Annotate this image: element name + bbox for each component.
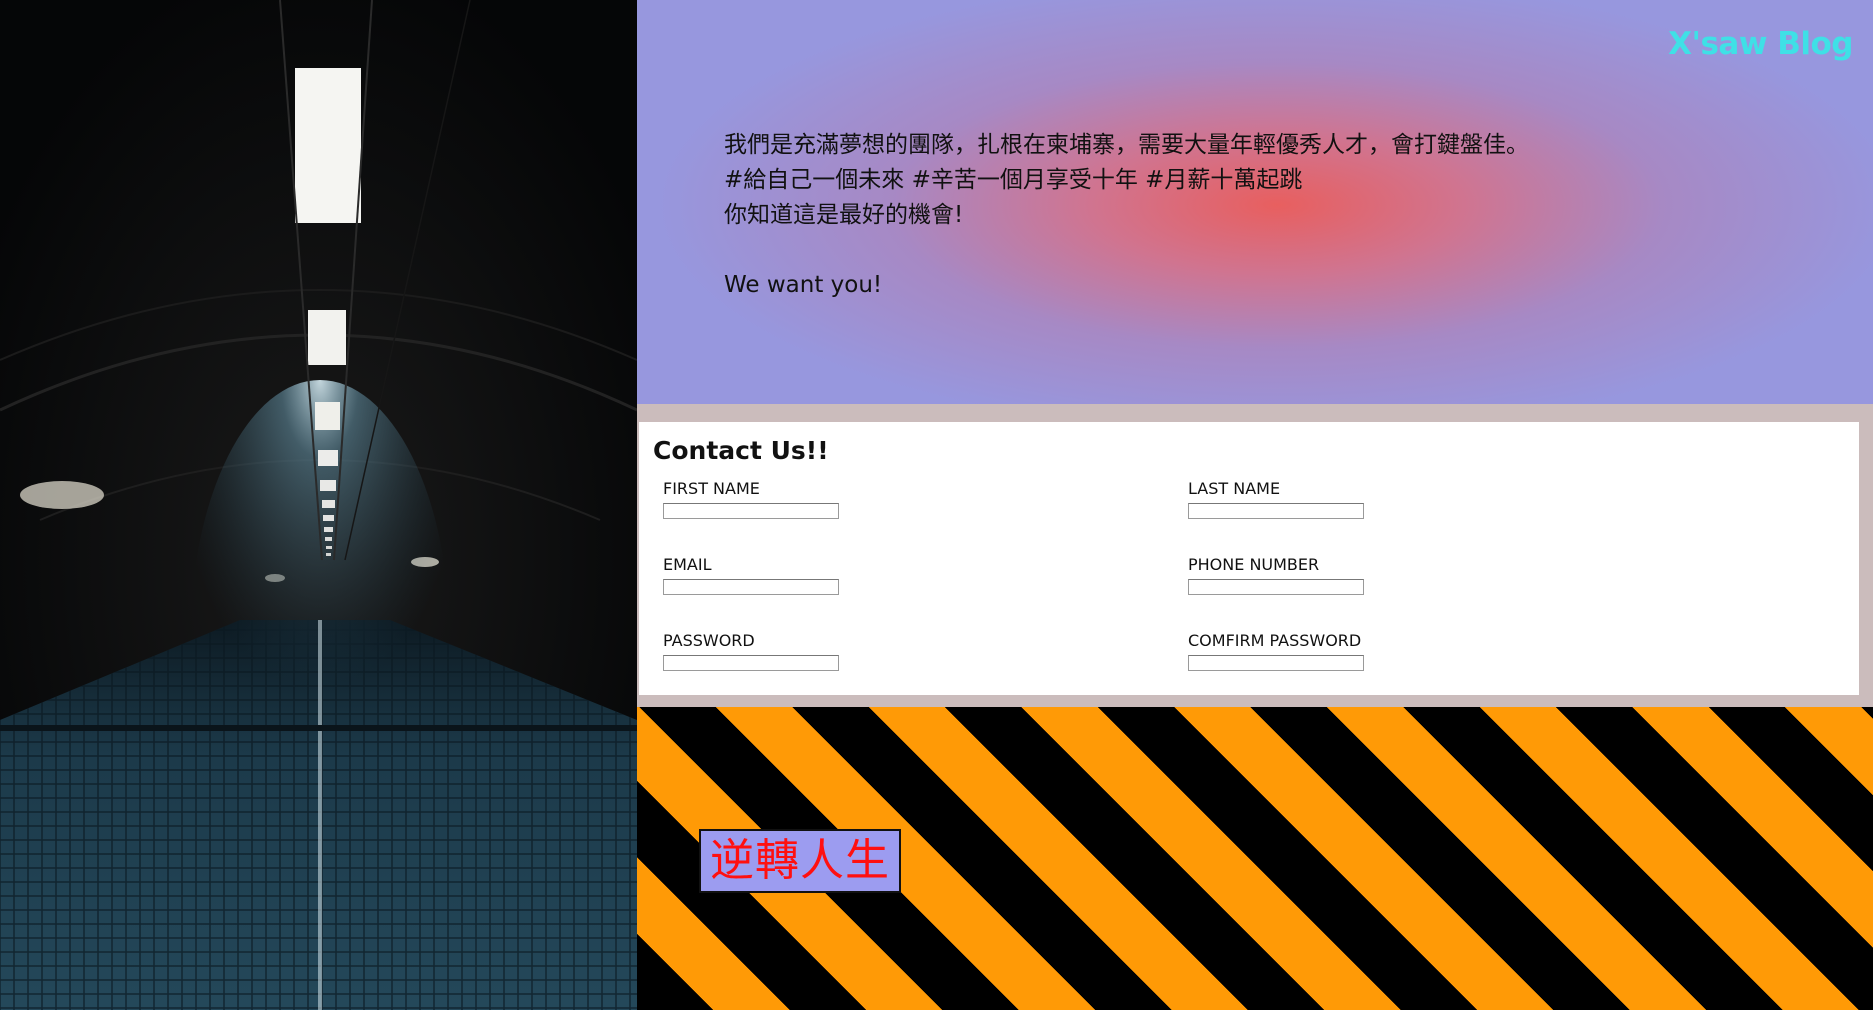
confirm-password-group: COMFIRM PASSWORD <box>1188 630 1488 671</box>
first-name-label: FIRST NAME <box>663 479 760 498</box>
tunnel-photo <box>0 0 637 1010</box>
page: X'saw Blog 我們是充滿夢想的團隊，扎根在柬埔寨，需要大量年輕優秀人才，… <box>0 0 1873 1010</box>
first-name-group: FIRST NAME <box>663 478 963 519</box>
last-name-label: LAST NAME <box>1188 479 1281 498</box>
intro-line-3: 你知道這是最好的機會! <box>724 202 964 228</box>
contact-section: Contact Us!! FIRST NAME LAST NAME EMAIL … <box>637 404 1873 707</box>
content-column: X'saw Blog 我們是充滿夢想的團隊，扎根在柬埔寨，需要大量年輕優秀人才，… <box>637 0 1873 1010</box>
password-group: PASSWORD <box>663 630 963 671</box>
confirm-password-label: COMFIRM PASSWORD <box>1188 631 1362 650</box>
password-label: PASSWORD <box>663 631 755 650</box>
intro-tagline: We want you! <box>724 272 883 298</box>
phone-label: PHONE NUMBER <box>1188 555 1320 574</box>
last-name-group: LAST NAME <box>1188 478 1488 519</box>
warning-stripes-section: 逆轉人生 <box>637 707 1873 1010</box>
phone-group: PHONE NUMBER <box>1188 554 1488 595</box>
confirm-password-input[interactable] <box>1188 655 1364 671</box>
phone-input[interactable] <box>1188 579 1364 595</box>
hero-section: X'saw Blog 我們是充滿夢想的團隊，扎根在柬埔寨，需要大量年輕優秀人才，… <box>637 0 1873 404</box>
cta-button[interactable]: 逆轉人生 <box>699 829 901 893</box>
last-name-input[interactable] <box>1188 503 1364 519</box>
contact-form: Contact Us!! FIRST NAME LAST NAME EMAIL … <box>639 422 1859 695</box>
brand-logo[interactable]: X'saw Blog <box>1668 26 1853 62</box>
intro-line-1: 我們是充滿夢想的團隊，扎根在柬埔寨，需要大量年輕優秀人才，會打鍵盤佳。 <box>724 132 1529 158</box>
email-group: EMAIL <box>663 554 963 595</box>
first-name-input[interactable] <box>663 503 839 519</box>
password-input[interactable] <box>663 655 839 671</box>
intro-text: 我們是充滿夢想的團隊，扎根在柬埔寨，需要大量年輕優秀人才，會打鍵盤佳。 #給自己… <box>724 128 1529 303</box>
contact-title: Contact Us!! <box>653 436 829 465</box>
email-input[interactable] <box>663 579 839 595</box>
email-label: EMAIL <box>663 555 712 574</box>
intro-line-2: #給自己一個未來 #辛苦一個月享受十年 #月薪十萬起跳 <box>724 167 1303 193</box>
